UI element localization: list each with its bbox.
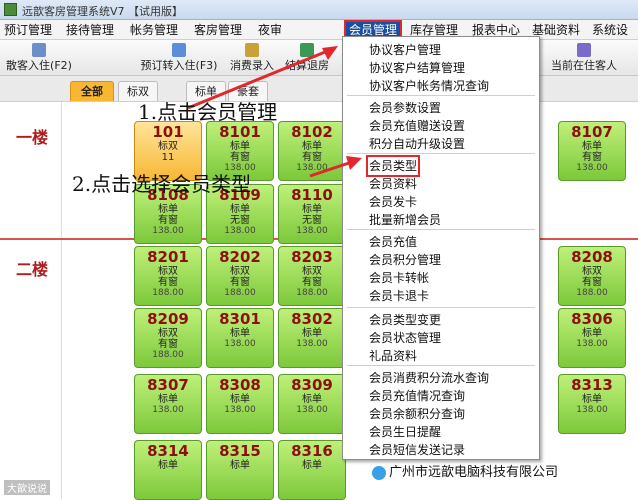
step1-note: 1.点击会员管理	[138, 100, 278, 124]
arrow-step2-head	[346, 156, 362, 170]
step2-note: 2.点击选择会员类型	[72, 172, 252, 196]
corner-watermark: 大歆说说	[4, 480, 50, 495]
arrow-step2	[309, 160, 353, 178]
company-logo-icon	[372, 465, 386, 480]
company-watermark: 广州市远歆电脑科技有限公司	[372, 462, 638, 484]
annotation-arrows	[187, 46, 362, 178]
